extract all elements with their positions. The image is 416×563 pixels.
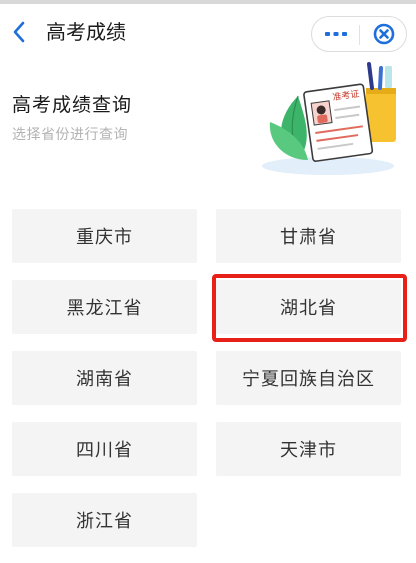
province-chongqing[interactable]: 重庆市 — [12, 209, 197, 263]
more-button[interactable] — [312, 17, 359, 51]
province-hubei[interactable]: 湖北省 — [216, 280, 401, 334]
close-button[interactable] — [360, 17, 407, 51]
section-subtitle: 选择省份进行查询 — [12, 127, 128, 143]
back-button[interactable] — [8, 18, 30, 46]
mini-program-capsule — [311, 16, 407, 52]
section-title: 高考成绩查询 — [12, 94, 133, 116]
province-heilongjiang[interactable]: 黑龙江省 — [12, 280, 197, 334]
navigation-bar: 高考成绩 — [0, 4, 416, 60]
province-zhejiang[interactable]: 浙江省 — [12, 493, 197, 547]
province-hunan[interactable]: 湖南省 — [12, 351, 197, 405]
province-tianjin[interactable]: 天津市 — [216, 422, 401, 476]
province-gansu[interactable]: 甘肃省 — [216, 209, 401, 263]
province-sichuan[interactable]: 四川省 — [12, 422, 197, 476]
province-ningxia[interactable]: 宁夏回族自治区 — [216, 351, 401, 405]
close-circle-icon — [373, 23, 394, 45]
admission-ticket-illustration: 准考证 — [262, 62, 396, 175]
chevron-left-icon — [13, 21, 25, 43]
page-title: 高考成绩 — [46, 20, 126, 44]
more-dots-icon — [324, 32, 347, 36]
